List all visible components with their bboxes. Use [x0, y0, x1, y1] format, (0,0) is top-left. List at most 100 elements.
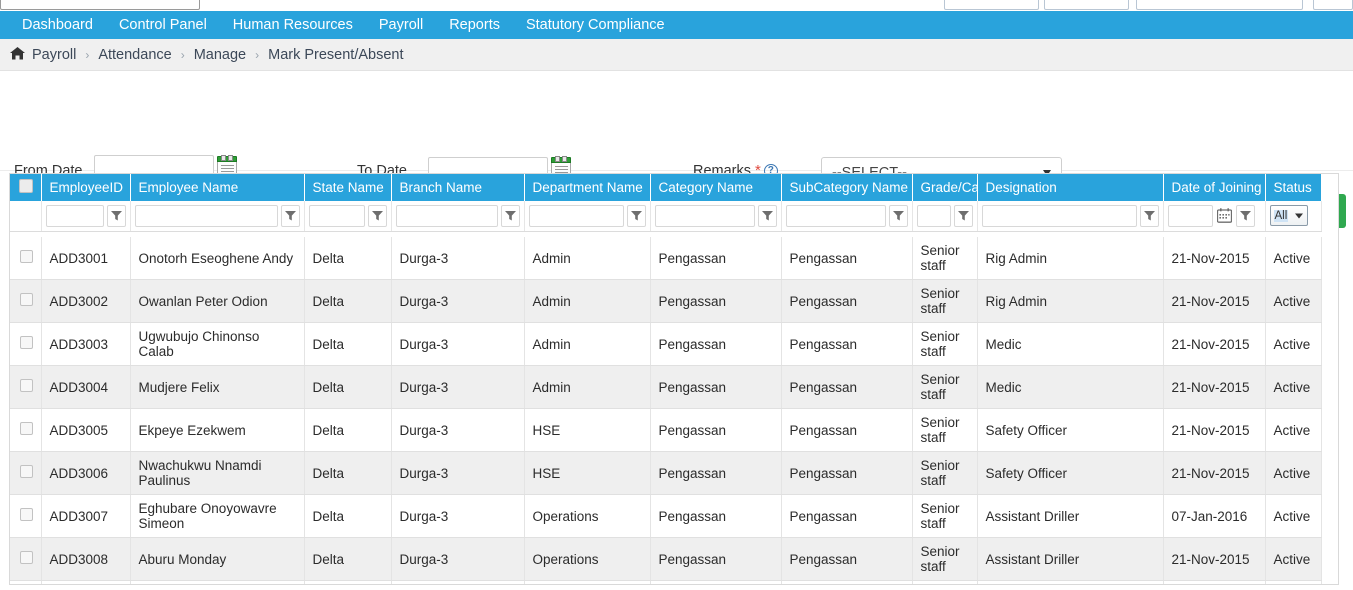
funnel-filter-icon[interactable]: [281, 205, 300, 227]
filter-input-employee-id[interactable]: [46, 205, 104, 227]
cell-grade-cadre: Senior staff: [912, 280, 977, 323]
row-select-cell[interactable]: [10, 366, 41, 409]
select-all-checkbox[interactable]: [19, 179, 33, 193]
funnel-filter-icon[interactable]: [954, 205, 973, 227]
col-header-employee-name[interactable]: Employee Name: [130, 174, 304, 201]
col-header-subcategory-name[interactable]: SubCategory Name: [781, 174, 912, 201]
cell-employee-id: ADD3002: [41, 280, 130, 323]
table-row[interactable]: ADD3003Ugwubujo Chinonso CalabDeltaDurga…: [10, 323, 1321, 366]
row-checkbox[interactable]: [20, 422, 33, 435]
cell-designation: Safety Officer: [977, 409, 1163, 452]
col-header-branch-name[interactable]: Branch Name: [391, 174, 524, 201]
top-cut-input-4[interactable]: [1313, 0, 1353, 10]
filter-input-state-name[interactable]: [309, 205, 365, 227]
grid-header-row: EmployeeID Employee Name State Name Bran…: [10, 174, 1321, 201]
row-select-cell[interactable]: [10, 495, 41, 538]
nav-item-payroll[interactable]: Payroll: [366, 11, 436, 39]
filter-input-subcategory-name[interactable]: [786, 205, 886, 227]
col-header-grade-cadre[interactable]: Grade/Cadre: [912, 174, 977, 201]
calendar-icon[interactable]: [1216, 207, 1233, 225]
row-checkbox[interactable]: [20, 250, 33, 263]
funnel-filter-icon[interactable]: [627, 205, 646, 227]
breadcrumb-item-attendance[interactable]: Attendance: [98, 47, 171, 63]
top-cut-input-left[interactable]: [0, 0, 200, 10]
top-cut-input-1[interactable]: [944, 0, 1039, 10]
col-header-state-name[interactable]: State Name: [304, 174, 391, 201]
filter-input-grade-cadre[interactable]: [917, 205, 951, 227]
cell-branch-name: Durga-3: [391, 237, 524, 280]
filter-input-designation[interactable]: [982, 205, 1137, 227]
cell-designation: Rig Admin: [977, 237, 1163, 280]
nav-item-reports[interactable]: Reports: [436, 11, 513, 39]
col-header-category-name[interactable]: Category Name: [650, 174, 781, 201]
breadcrumb-item-mark-present-absent[interactable]: Mark Present/Absent: [268, 47, 403, 63]
filter-cell-state-name: [304, 201, 391, 231]
row-checkbox[interactable]: [20, 336, 33, 349]
grid-body-scroll[interactable]: ADD3001Onotorh Eseoghene AndyDeltaDurga-…: [10, 237, 1339, 585]
row-select-cell[interactable]: [10, 452, 41, 495]
table-row[interactable]: ADD3006Nwachukwu Nnamdi PaulinusDeltaDur…: [10, 452, 1321, 495]
cell-date-of-joining: 21-Nov-2015: [1163, 280, 1265, 323]
breadcrumb-item-manage[interactable]: Manage: [194, 47, 246, 63]
top-cut-input-2[interactable]: [1044, 0, 1129, 10]
row-checkbox[interactable]: [20, 465, 33, 478]
filter-input-category-name[interactable]: [655, 205, 755, 227]
filter-select-status[interactable]: All: [1270, 205, 1308, 226]
filter-input-date-of-joining[interactable]: [1168, 205, 1213, 227]
nav-item-control-panel[interactable]: Control Panel: [106, 11, 220, 39]
filter-input-department-name[interactable]: [529, 205, 624, 227]
table-row[interactable]: ADD3002Owanlan Peter OdionDeltaDurga-3Ad…: [10, 280, 1321, 323]
cell-employee-name: Eghubare Onoyowavre Simeon: [130, 495, 304, 538]
cell-category-name: Pengassan: [650, 452, 781, 495]
home-icon: [10, 47, 25, 62]
cell-date-of-joining: 21-Nov-2015: [1163, 237, 1265, 280]
cell-category-name: Pengassan: [650, 581, 781, 586]
row-select-cell[interactable]: [10, 409, 41, 452]
row-checkbox[interactable]: [20, 508, 33, 521]
funnel-filter-icon[interactable]: [889, 205, 908, 227]
nav-item-dashboard[interactable]: Dashboard: [9, 11, 106, 39]
grid-header-table: EmployeeID Employee Name State Name Bran…: [10, 174, 1322, 232]
row-select-cell[interactable]: [10, 581, 41, 586]
table-row[interactable]: ADD3005Ekpeye EzekwemDeltaDurga-3HSEPeng…: [10, 409, 1321, 452]
funnel-filter-icon[interactable]: [107, 205, 126, 227]
row-checkbox[interactable]: [20, 379, 33, 392]
col-header-select-all[interactable]: [10, 174, 41, 201]
row-select-cell[interactable]: [10, 323, 41, 366]
breadcrumb-item-payroll[interactable]: Payroll: [32, 47, 76, 63]
row-select-cell[interactable]: [10, 538, 41, 581]
col-header-employee-id[interactable]: EmployeeID: [41, 174, 130, 201]
funnel-filter-icon[interactable]: [501, 205, 520, 227]
cell-designation: Rig Admin: [977, 280, 1163, 323]
col-header-status[interactable]: Status: [1265, 174, 1321, 201]
funnel-filter-icon[interactable]: [1140, 205, 1159, 227]
grid-body-table: ADD3001Onotorh Eseoghene AndyDeltaDurga-…: [10, 237, 1322, 585]
filter-cell-status: All: [1265, 201, 1321, 231]
table-row[interactable]: ADD3001Onotorh Eseoghene AndyDeltaDurga-…: [10, 237, 1321, 280]
top-cut-input-3[interactable]: [1136, 0, 1303, 10]
table-row[interactable]: ADD3008Aburu MondayDeltaDurga-3Operation…: [10, 538, 1321, 581]
filter-input-employee-name[interactable]: [135, 205, 278, 227]
filter-input-branch-name[interactable]: [396, 205, 498, 227]
row-checkbox[interactable]: [20, 293, 33, 306]
nav-item-human-resources[interactable]: Human Resources: [220, 11, 366, 39]
funnel-filter-icon[interactable]: [1236, 205, 1255, 227]
row-select-cell[interactable]: [10, 280, 41, 323]
table-row[interactable]: ADD3004Mudjere FelixDeltaDurga-3AdminPen…: [10, 366, 1321, 409]
table-row[interactable]: ADD3007Eghubare Onoyowavre SimeonDeltaDu…: [10, 495, 1321, 538]
funnel-filter-icon[interactable]: [368, 205, 387, 227]
table-row[interactable]: ADD3009Chimara Azubuike OliverDeltaDurga…: [10, 581, 1321, 586]
col-header-date-of-joining[interactable]: Date of Joining: [1163, 174, 1265, 201]
cell-category-name: Pengassan: [650, 495, 781, 538]
row-checkbox[interactable]: [20, 551, 33, 564]
cell-department-name: HSE: [524, 452, 650, 495]
nav-item-statutory-compliance[interactable]: Statutory Compliance: [513, 11, 678, 39]
cell-designation: Medic: [977, 323, 1163, 366]
row-select-cell[interactable]: [10, 237, 41, 280]
cell-employee-name: Aburu Monday: [130, 538, 304, 581]
filter-cell-employee-name: [130, 201, 304, 231]
cell-subcategory-name: Pengassan: [781, 538, 912, 581]
funnel-filter-icon[interactable]: [758, 205, 777, 227]
col-header-designation[interactable]: Designation: [977, 174, 1163, 201]
col-header-department-name[interactable]: Department Name: [524, 174, 650, 201]
